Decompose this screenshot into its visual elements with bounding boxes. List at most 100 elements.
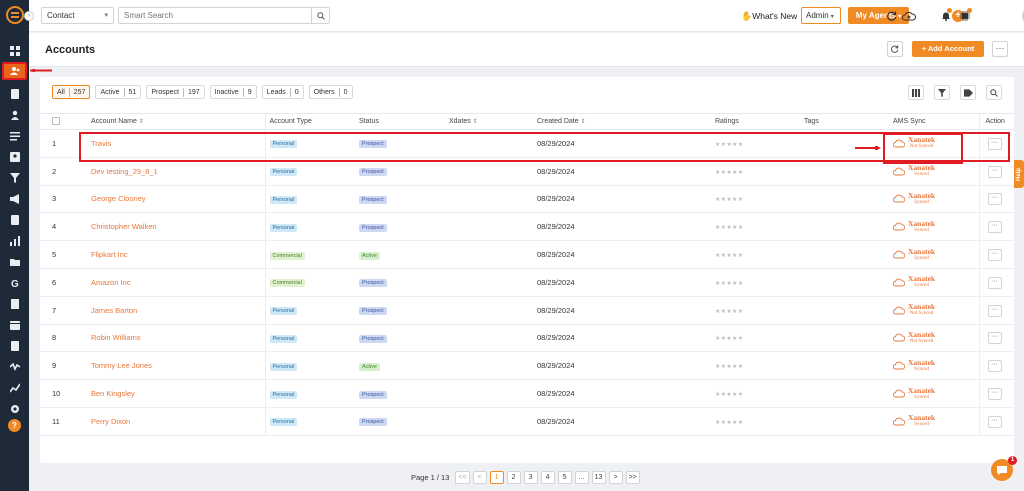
column-settings-button[interactable]	[908, 85, 924, 100]
ams-sync-status[interactable]: Xanatek Synced	[893, 164, 979, 178]
col-created-date[interactable]: Created Date ⇕	[533, 113, 711, 130]
next-page-button[interactable]: >	[608, 471, 623, 484]
sidebar-toggle-chevron-icon[interactable]: ›	[24, 11, 34, 21]
account-name-link[interactable]: Robin Williams	[91, 333, 141, 342]
filter-all[interactable]: All 257	[52, 85, 91, 99]
rating-stars-icon[interactable]: ★★★★★	[715, 420, 743, 426]
contacts-icon[interactable]	[6, 108, 23, 122]
rating-stars-icon[interactable]: ★★★★★	[715, 225, 743, 231]
ams-sync-status[interactable]: Xanatek Not Synced	[893, 303, 979, 317]
rating-stars-icon[interactable]: ★★★★★	[715, 309, 743, 315]
google-icon[interactable]: G	[6, 276, 23, 290]
rating-stars-icon[interactable]: ★★★★★	[715, 281, 743, 287]
table-row[interactable]: 7 James Barton Personal Prospect 08/29/2024 ★…	[40, 296, 1014, 325]
table-row[interactable]: 1 Travis Personal Prospect 08/29/2024 ★★★★★ Xa…	[40, 129, 1014, 158]
account-name-link[interactable]: James Barton	[91, 306, 137, 315]
page-button-2[interactable]: 2	[506, 471, 521, 484]
col-xdates[interactable]: Xdates ⇕	[445, 113, 533, 130]
tasks-icon[interactable]	[6, 339, 23, 353]
help-side-tab[interactable]: Help	[1014, 160, 1024, 188]
ams-sync-status[interactable]: Xanatek Not Synced	[893, 136, 979, 150]
row-action-button[interactable]: ···	[987, 249, 1002, 262]
rating-stars-icon[interactable]: ★★★★★	[715, 142, 743, 148]
add-account-button[interactable]: + Add Account	[912, 41, 984, 57]
search-button[interactable]	[312, 7, 330, 24]
role-select[interactable]: Admin ▾	[801, 7, 841, 24]
table-search-button[interactable]	[986, 85, 1002, 100]
app-logo-icon[interactable]	[5, 5, 25, 25]
analytics-icon[interactable]	[6, 381, 23, 395]
last-page-button[interactable]: >>	[625, 471, 640, 484]
table-row[interactable]: 3 George Clooney Personal Prospect 08/29/202…	[40, 185, 1014, 214]
sync-refresh-icon[interactable]	[886, 10, 897, 21]
prev-page-button[interactable]: <	[472, 471, 487, 484]
filter-button[interactable]	[934, 85, 950, 100]
table-row[interactable]: 5 Flipkart Inc Commercial Active 08/29/2024 ★…	[40, 240, 1014, 269]
select-all-checkbox[interactable]	[52, 116, 60, 125]
accounts-icon[interactable]	[2, 62, 27, 80]
table-row[interactable]: 6 Amazon Inc Commercial Prospect 08/29/2024 ★…	[40, 268, 1014, 297]
rating-stars-icon[interactable]: ★★★★★	[715, 364, 743, 370]
filter-inactive[interactable]: Inactive 9	[209, 85, 257, 99]
filter-others[interactable]: Others 0	[308, 85, 353, 99]
account-name-link[interactable]: Ben Kingsley	[91, 389, 135, 398]
row-action-button[interactable]: ···	[987, 415, 1002, 428]
filter-leads[interactable]: Leads 0	[261, 85, 304, 99]
account-name-link[interactable]: Amazon Inc	[91, 278, 131, 287]
table-row[interactable]: 9 Tommy Lee Jones Personal Active 08/29/2024…	[40, 351, 1014, 381]
ams-sync-status[interactable]: Xanatek Synced	[893, 275, 979, 289]
ams-sync-status[interactable]: Xanatek Synced	[893, 359, 979, 373]
first-page-button[interactable]: <<	[455, 471, 470, 484]
row-action-button[interactable]: ···	[987, 276, 1002, 289]
gallery-icon[interactable]	[6, 150, 23, 164]
help-question-icon[interactable]: ?	[8, 419, 21, 432]
settings-gear-icon[interactable]	[6, 402, 23, 416]
ams-sync-status[interactable]: Xanatek Synced	[893, 247, 979, 262]
col-account-name[interactable]: Account Name ⇕	[78, 113, 265, 130]
account-name-link[interactable]: Christopher Walken	[91, 222, 157, 231]
row-action-button[interactable]: ···	[987, 221, 1002, 234]
page-button-1[interactable]: 1	[489, 471, 504, 484]
row-action-button[interactable]: ···	[987, 193, 1002, 206]
row-action-button[interactable]: ···	[987, 360, 1002, 373]
account-name-link[interactable]: Flipkart Inc	[91, 250, 128, 259]
megaphone-icon[interactable]	[6, 192, 23, 206]
calendar-icon[interactable]	[6, 318, 23, 332]
table-row[interactable]: 8 Robin Williams Personal Prospect 08/29/202…	[40, 324, 1014, 353]
page-button-3[interactable]: 3	[523, 471, 538, 484]
folder-icon[interactable]	[6, 255, 23, 269]
dashboard-icon[interactable]	[6, 44, 23, 58]
ams-sync-status[interactable]: Xanatek Synced	[893, 192, 979, 206]
row-action-button[interactable]: ···	[987, 388, 1002, 401]
activity-icon[interactable]	[6, 360, 23, 374]
whats-new-link[interactable]: ✋What's New	[741, 11, 797, 22]
rating-stars-icon[interactable]: ★★★★★	[715, 253, 743, 259]
ams-sync-status[interactable]: Xanatek Synced	[893, 220, 979, 234]
table-row[interactable]: 10 Ben Kingsley Personal Prospect 08/29/2024…	[40, 379, 1014, 408]
ams-sync-status[interactable]: Xanatek Synced	[893, 414, 979, 428]
tags-button[interactable]	[960, 85, 976, 100]
row-action-button[interactable]: ···	[987, 332, 1002, 345]
page-button-4[interactable]: 4	[540, 471, 555, 484]
more-options-button[interactable]: ···	[992, 41, 1008, 57]
building-icon[interactable]	[6, 297, 23, 311]
filter-active[interactable]: Active 51	[95, 85, 142, 99]
page-button-13[interactable]: 13	[591, 471, 606, 484]
rating-stars-icon[interactable]: ★★★★★	[715, 170, 743, 176]
rating-stars-icon[interactable]: ★★★★★	[715, 336, 743, 342]
table-row[interactable]: 2 Dev testing_29_8_1 Personal Prospect 08/29…	[40, 157, 1014, 186]
account-name-link[interactable]: Tommy Lee Jones	[91, 361, 152, 370]
account-name-link[interactable]: Dev testing_29_8_1	[91, 167, 158, 176]
list-icon[interactable]	[6, 129, 23, 143]
my-agents-button[interactable]: My Agents ▾	[848, 7, 909, 24]
contact-type-select[interactable]: Contact ▾	[41, 7, 114, 24]
table-row[interactable]: 11 Perry Dixon Personal Prospect 08/29/2024 ★…	[40, 407, 1014, 436]
rating-stars-icon[interactable]: ★★★★★	[715, 197, 743, 203]
documents-icon[interactable]	[6, 87, 23, 101]
account-name-link[interactable]: George Clooney	[91, 194, 146, 203]
reports-chart-icon[interactable]	[6, 234, 23, 248]
ams-sync-status[interactable]: Xanatek Synced	[893, 386, 979, 401]
rating-stars-icon[interactable]: ★★★★★	[715, 392, 743, 398]
refresh-button[interactable]	[887, 41, 903, 57]
account-name-link[interactable]: Travis	[91, 139, 111, 148]
